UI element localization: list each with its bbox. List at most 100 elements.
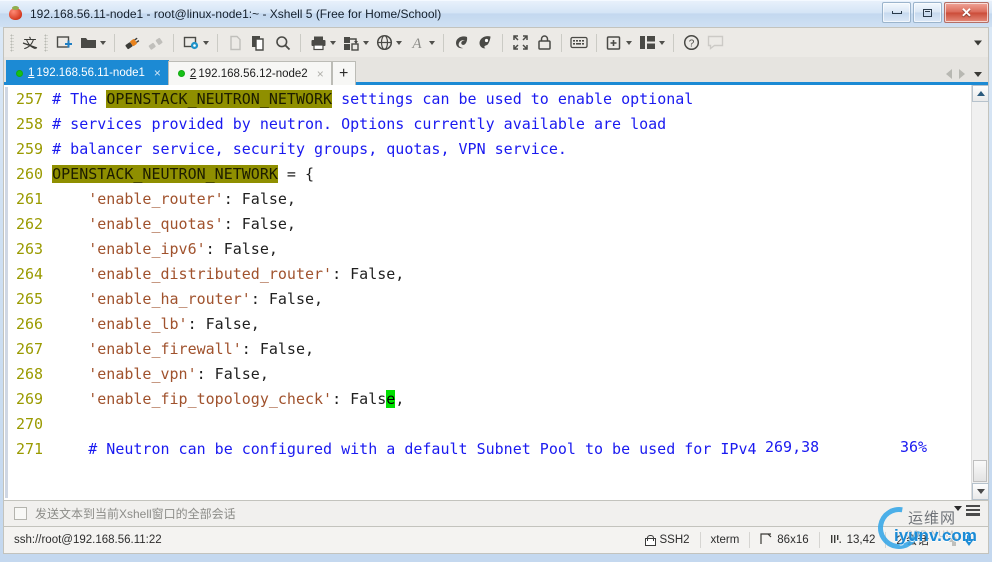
toolbar-button-open[interactable] (76, 31, 109, 55)
status-terminal-type-label: xterm (710, 534, 740, 546)
close-icon: ✕ (961, 5, 972, 20)
terminal-scrollbar[interactable] (971, 85, 989, 500)
new-tab-button[interactable]: + (331, 61, 356, 85)
close-button[interactable]: ✕ (944, 2, 989, 23)
terminal-line: 262 'enable_quotas': False, (10, 212, 971, 237)
line-number: 269 (16, 390, 53, 408)
globe-icon (374, 33, 394, 53)
maximize-button[interactable] (913, 2, 942, 23)
send-to-all-checkbox[interactable] (14, 507, 27, 520)
line-number: 271 (16, 440, 53, 458)
tab-next-icon[interactable] (959, 69, 965, 79)
terminal-text: , (395, 390, 405, 408)
download-icon (964, 534, 974, 546)
toolbar-button-copy-paste[interactable] (247, 31, 271, 55)
disconnect-icon (146, 33, 166, 53)
line-number: 266 (16, 315, 53, 333)
chevron-down-icon[interactable] (100, 40, 106, 45)
toolbar-button-lock[interactable] (532, 31, 556, 55)
svg-text:?: ? (688, 39, 694, 50)
new-window-icon (604, 33, 624, 53)
terminal-text: : Fals (332, 390, 387, 408)
terminal-line: 270 (10, 412, 971, 437)
tab-prev-icon[interactable] (946, 69, 952, 79)
terminal-line: 269 'enable_fip_topology_check': False, (10, 387, 971, 412)
vim-file-percent: 36% (900, 438, 928, 456)
terminal-text: : False, (187, 315, 260, 333)
toolbar-button-feedback[interactable] (703, 31, 727, 55)
toolbar-grip-2[interactable] (44, 33, 48, 52)
chevron-down-icon[interactable] (330, 40, 336, 45)
toolbar-button-xftp[interactable] (449, 31, 473, 55)
chevron-down-icon[interactable] (203, 40, 209, 45)
toolbar-button-find[interactable] (271, 31, 295, 55)
status-cursor[interactable]: 13,42 (820, 531, 886, 550)
terminal-lines: 257 # The OPENSTACK_NEUTRON_NETWORK sett… (10, 87, 971, 462)
status-sessions[interactable]: 2 会话 (886, 531, 939, 550)
status-transfer-indicators (939, 531, 984, 550)
xagent-icon (475, 33, 495, 53)
terminal-screen[interactable]: 257 # The OPENSTACK_NEUTRON_NETWORK sett… (10, 85, 971, 500)
toolbar-button-chinese-input[interactable]: 文 (18, 31, 42, 55)
status-right-group: SSH2 xterm 86x16 13,42 2 会话 (635, 527, 984, 553)
line-number: 261 (16, 190, 53, 208)
toolbar-button-print[interactable] (306, 31, 339, 55)
status-bar: ssh://root@192.168.56.11:22 SSH2 xterm 8… (3, 498, 989, 558)
tab-node2[interactable]: 2 192.168.56.12-node2 × (167, 61, 332, 85)
toolbar-button-cut[interactable] (223, 31, 247, 55)
terminal-text: : False, (250, 290, 324, 308)
toolbar-button-layout[interactable] (635, 31, 668, 55)
layout-icon (637, 33, 657, 53)
terminal-text: : False, (196, 365, 269, 383)
toolbar-grip[interactable] (10, 33, 14, 52)
terminal-text: 'enable_firewall' (52, 340, 242, 358)
print-icon (308, 33, 328, 53)
toolbar-overflow-button[interactable] (974, 40, 982, 45)
terminal-text: OPENSTACK_NEUTRON_NETWORK (52, 165, 278, 183)
status-size[interactable]: 86x16 (750, 531, 818, 550)
toolbar-button-xagent[interactable] (473, 31, 497, 55)
toolbar-button-font[interactable]: A (405, 31, 438, 55)
tab-index: 1 (28, 67, 35, 79)
toolbar-button-disconnect[interactable] (144, 31, 168, 55)
status-protocol[interactable]: SSH2 (635, 531, 699, 550)
toolbar-button-new-session[interactable] (52, 31, 76, 55)
toolbar-button-properties[interactable] (179, 31, 212, 55)
scroll-up-button[interactable] (972, 85, 989, 102)
chevron-down-icon[interactable] (429, 40, 435, 45)
terminal-line: 267 'enable_firewall': False, (10, 337, 971, 362)
terminal-text: # Neutron can be configured with a defau… (52, 440, 757, 458)
toolbar-button-tunneling[interactable] (372, 31, 405, 55)
terminal-text: : False, (205, 240, 278, 258)
chevron-down-icon[interactable] (659, 40, 665, 45)
toolbar-button-help[interactable]: ? (679, 31, 703, 55)
terminal-text: : False, (332, 265, 405, 283)
tab-node1[interactable]: 1 192.168.56.11-node1 × (6, 60, 169, 85)
toolbar: 文 A ? (3, 27, 989, 57)
toolbar-button-file-transfer[interactable] (339, 31, 372, 55)
terminal-text: 'enable_router' (52, 190, 224, 208)
tab-list-icon[interactable] (974, 71, 982, 77)
line-number: 257 (16, 90, 53, 108)
chevron-down-icon[interactable] (363, 40, 369, 45)
terminal-line: 263 'enable_ipv6': False, (10, 237, 971, 262)
minimize-button[interactable] (882, 2, 911, 23)
resize-icon (760, 532, 772, 548)
terminal-text: 'enable_vpn' (52, 365, 197, 383)
terminal-line: 261 'enable_router': False, (10, 187, 971, 212)
terminal-text: # The (52, 90, 107, 108)
toolbar-button-new-window[interactable] (602, 31, 635, 55)
toolbar-button-fullscreen[interactable] (508, 31, 532, 55)
tab-close-icon[interactable]: × (154, 67, 161, 79)
terminal-line: 271 # Neutron can be configured with a d… (10, 437, 971, 462)
tab-close-icon[interactable]: × (317, 68, 324, 80)
toolbar-button-compose-bar[interactable] (567, 31, 591, 55)
status-terminal-type[interactable]: xterm (701, 531, 750, 550)
scroll-thumb[interactable] (973, 460, 987, 482)
toolbar-button-connect[interactable] (120, 31, 144, 55)
scroll-down-button[interactable] (972, 483, 989, 500)
terminal-area: 257 # The OPENSTACK_NEUTRON_NETWORK sett… (3, 85, 989, 501)
chevron-down-icon[interactable] (626, 40, 632, 45)
chevron-down-icon[interactable] (396, 40, 402, 45)
line-number: 260 (16, 165, 53, 183)
